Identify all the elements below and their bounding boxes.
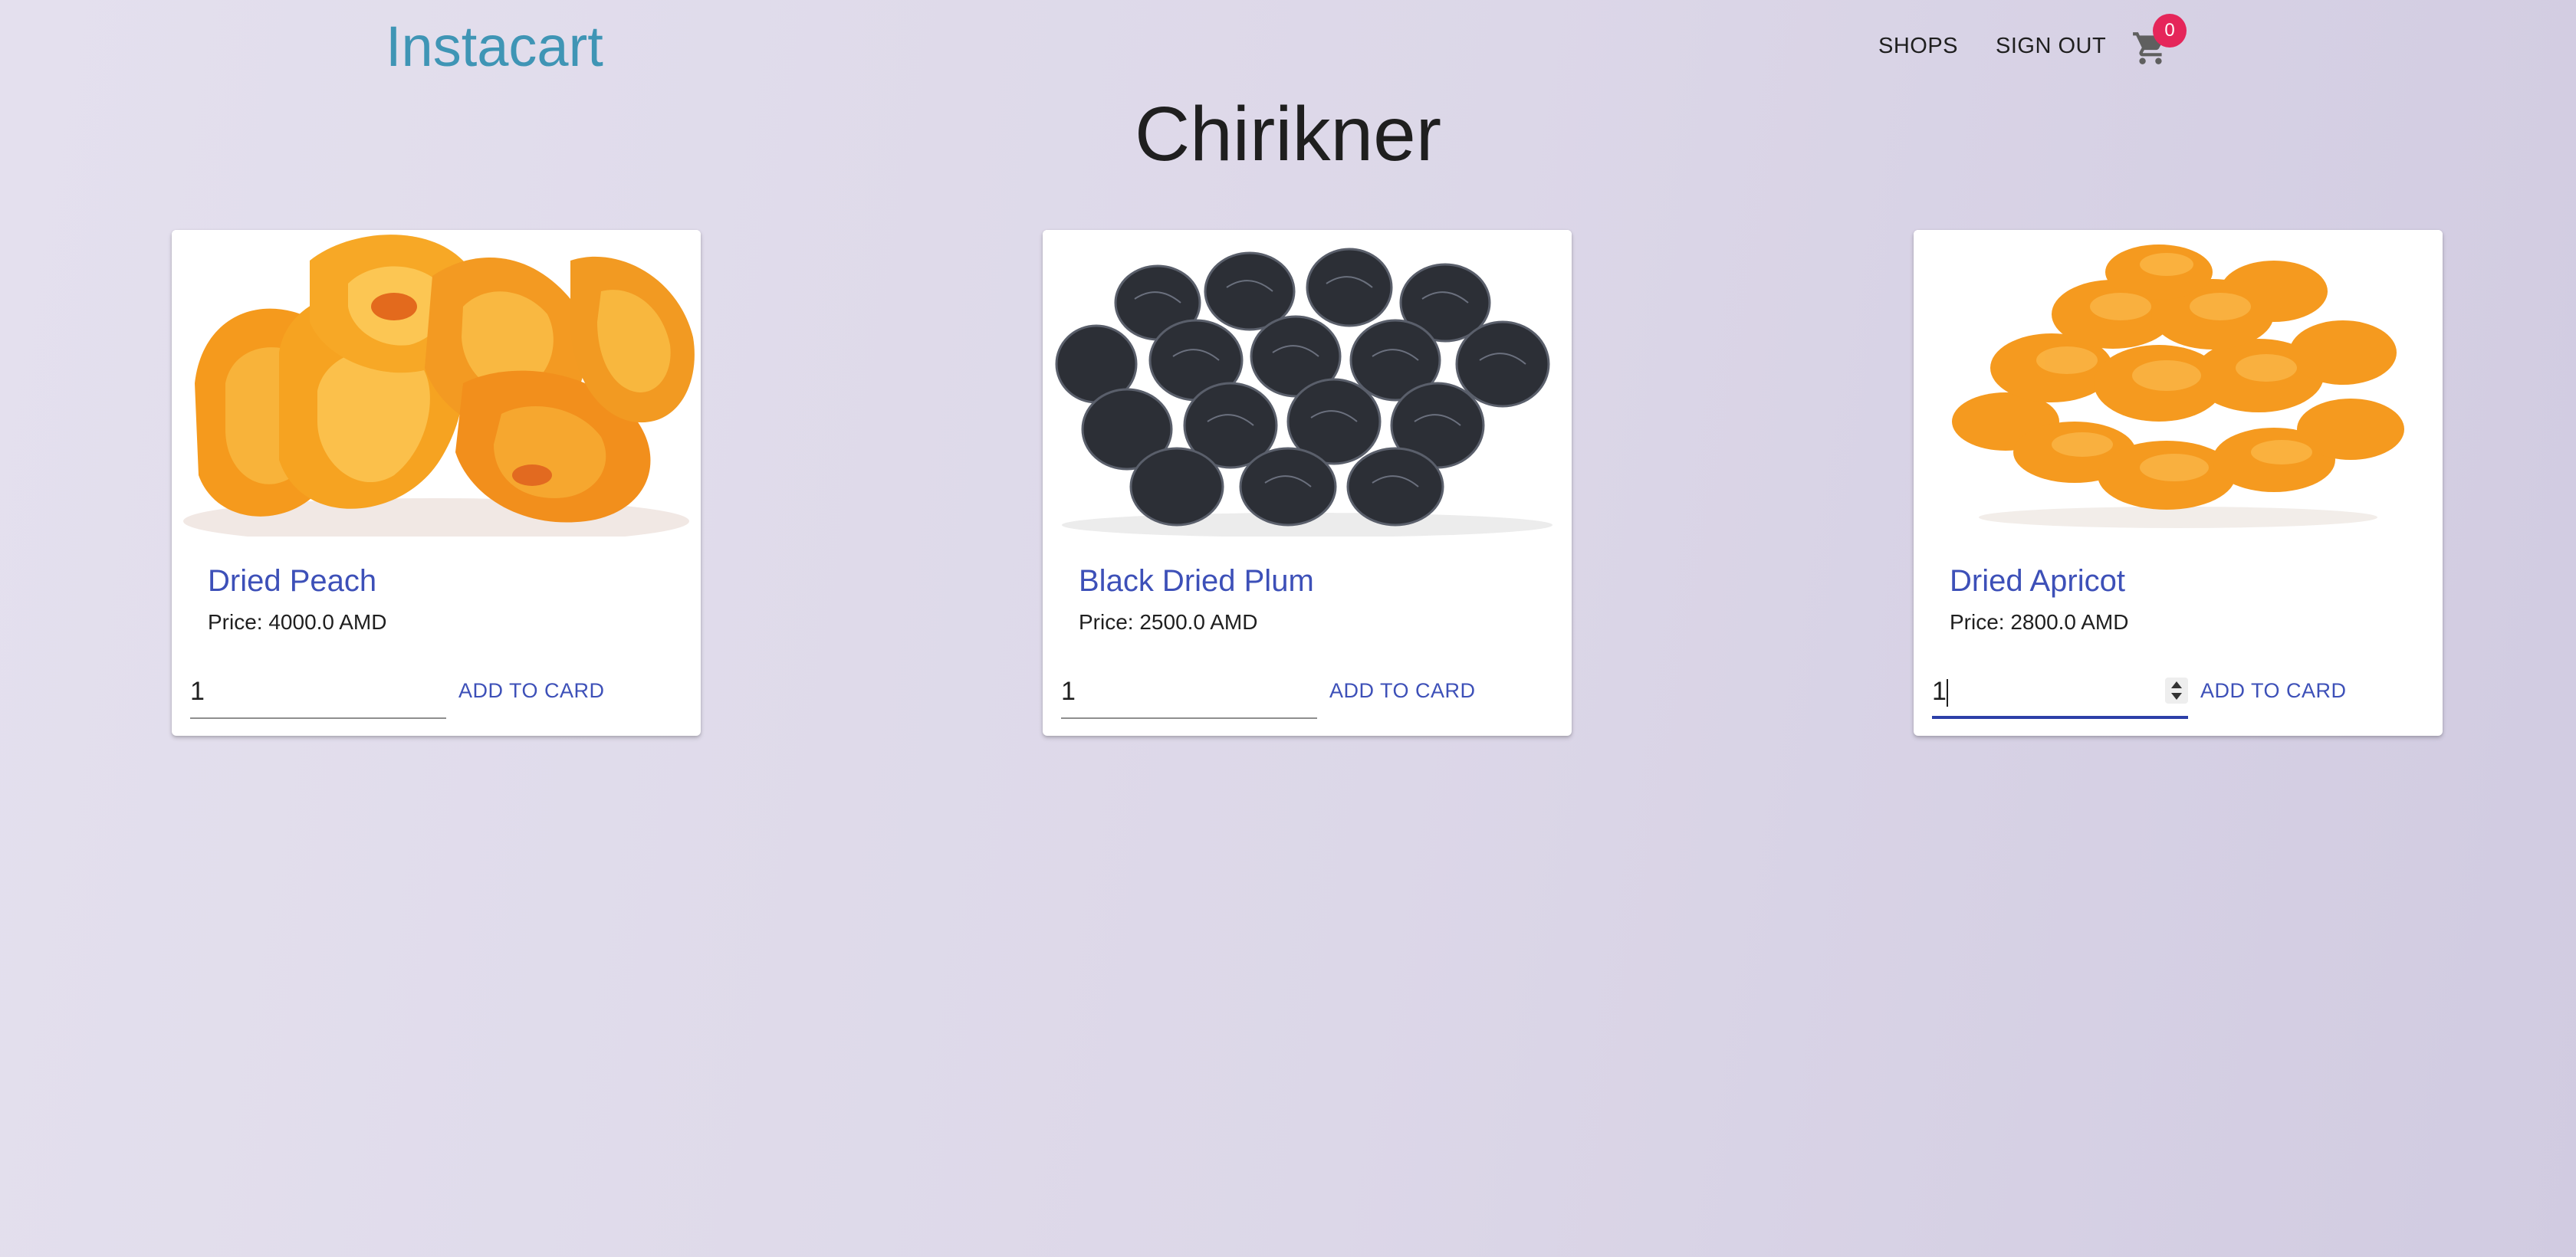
cart-button[interactable]: 0 xyxy=(2131,14,2187,67)
cart-count-badge: 0 xyxy=(2153,14,2187,48)
dried-apricot-picture xyxy=(1914,230,2443,537)
add-to-card-button[interactable]: ADD TO CARD xyxy=(458,679,605,703)
stepper-up-arrow-icon[interactable] xyxy=(2171,681,2182,688)
dried-apricot-image[interactable] xyxy=(1914,230,2443,537)
product-name[interactable]: Dried Apricot xyxy=(1950,564,2125,599)
black-dried-plum-image[interactable] xyxy=(1043,230,1572,537)
quantity-input[interactable] xyxy=(190,668,420,714)
product-card: Black Dried Plum Price: 2500.0 AMD ADD T… xyxy=(1043,230,1572,736)
product-name[interactable]: Black Dried Plum xyxy=(1079,564,1314,599)
quantity-field xyxy=(1061,668,1317,719)
product-price: Price: 4000.0 AMD xyxy=(208,610,387,634)
black-dried-plum-picture xyxy=(1043,230,1572,537)
top-app-bar: Instacart SHOPS SIGN OUT 0 xyxy=(0,0,2576,100)
product-card: Dried Peach Price: 4000.0 AMD ADD TO CAR… xyxy=(172,230,701,736)
product-card: Dried Apricot Price: 2800.0 AMD ADD TO C… xyxy=(1914,230,2443,736)
product-price: Price: 2800.0 AMD xyxy=(1950,610,2129,634)
dried-peach-picture xyxy=(172,230,701,537)
dried-peach-image[interactable] xyxy=(172,230,701,537)
nav-shops-link[interactable]: SHOPS xyxy=(1878,34,1958,59)
stepper-down-arrow-icon[interactable] xyxy=(2171,693,2182,700)
quantity-field xyxy=(1932,668,2188,719)
product-price: Price: 2500.0 AMD xyxy=(1079,610,1258,634)
quantity-stepper[interactable] xyxy=(2165,678,2188,704)
brand-logo[interactable]: Instacart xyxy=(386,14,603,79)
text-caret xyxy=(1947,679,1948,707)
nav-signout-link[interactable]: SIGN OUT xyxy=(1996,34,2106,59)
product-name[interactable]: Dried Peach xyxy=(208,564,376,599)
add-to-card-button[interactable]: ADD TO CARD xyxy=(2200,679,2347,703)
quantity-input[interactable] xyxy=(1061,668,1291,714)
quantity-field xyxy=(190,668,446,719)
add-to-card-button[interactable]: ADD TO CARD xyxy=(1329,679,1476,703)
quantity-input[interactable] xyxy=(1932,668,2162,714)
page-title: Chirikner xyxy=(1134,91,1442,177)
